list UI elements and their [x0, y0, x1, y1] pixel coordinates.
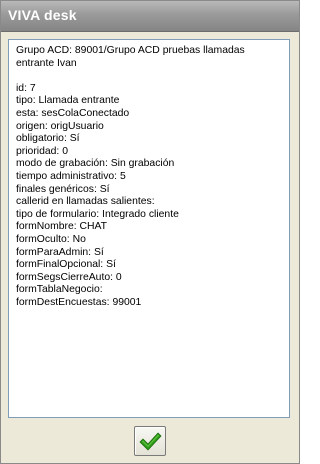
field-tiempo-administrativo: tiempo administrativo: 5 [16, 170, 126, 182]
field-prioridad: prioridad: 0 [16, 145, 68, 157]
field-esta: esta: sesColaConectado [16, 107, 130, 119]
dialog-body: Grupo ACD: 89001/Grupo ACD pruebas llama… [3, 32, 297, 462]
checkmark-icon [139, 432, 162, 451]
field-form-segs-cierre-auto: formSegsCierreAuto: 0 [16, 271, 122, 283]
field-obligatorio: obligatorio: Sí [16, 133, 80, 145]
info-panel: Grupo ACD: 89001/Grupo ACD pruebas llama… [8, 39, 290, 418]
field-origen: origen: origUsuario [16, 120, 104, 132]
ok-button[interactable] [134, 426, 166, 456]
viva-desk-window: VIVA desk Grupo ACD: 89001/Grupo ACD pru… [0, 0, 300, 464]
title-bar[interactable]: VIVA desk [1, 1, 299, 32]
acd-group-line-continued: entrante Ivan [16, 57, 77, 69]
field-form-oculto: formOculto: No [16, 233, 86, 245]
field-form-nombre: formNombre: CHAT [16, 221, 108, 233]
field-tipo: tipo: Llamada entrante [16, 95, 120, 107]
acd-group-line: Grupo ACD: 89001/Grupo ACD pruebas llama… [16, 45, 245, 56]
field-id: id: 7 [16, 82, 36, 94]
field-form-dest-encuestas: formDestEncuestas: 99001 [16, 296, 142, 308]
window-title: VIVA desk [8, 7, 77, 23]
field-form-para-admin: formParaAdmin: Sí [16, 246, 104, 258]
field-modo-grabacion: modo de grabación: Sin grabación [16, 158, 175, 170]
field-form-final-opcional: formFinalOpcional: Sí [16, 259, 116, 271]
field-form-tabla-negocio: formTablaNegocio: [16, 284, 103, 296]
field-callerid: callerid en llamadas salientes: [16, 196, 155, 208]
info-text: Grupo ACD: 89001/Grupo ACD pruebas llama… [16, 45, 281, 309]
field-finales-genericos: finales genéricos: Sí [16, 183, 110, 195]
field-tipo-formulario: tipo de formulario: Integrado cliente [16, 208, 179, 220]
